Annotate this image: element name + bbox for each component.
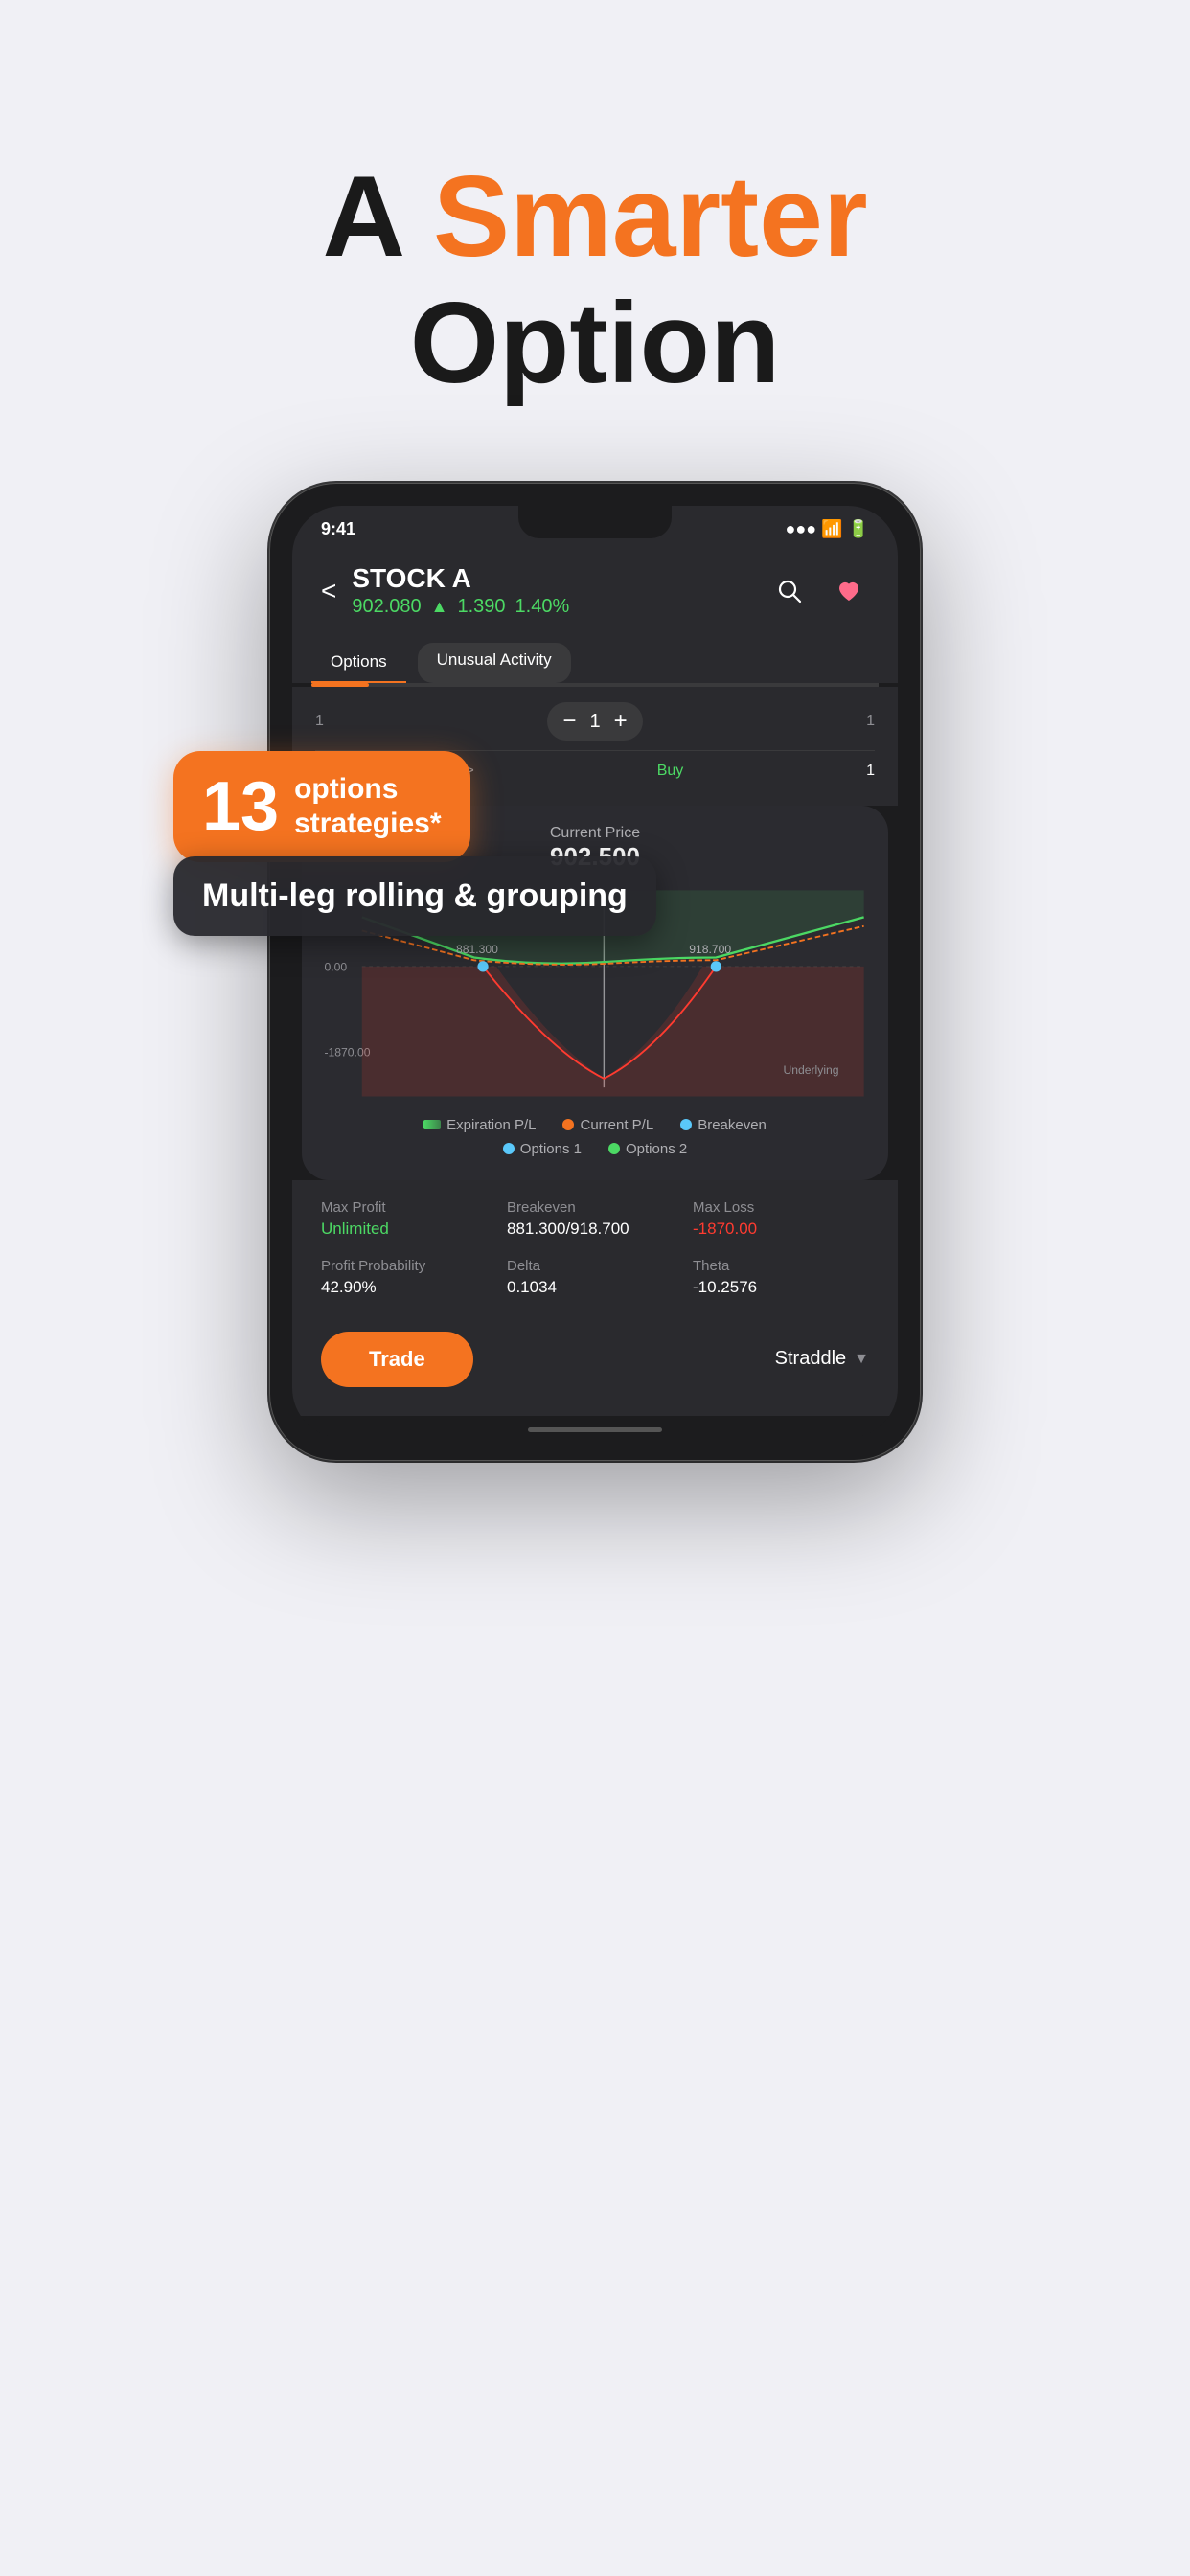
stock-header-left: < STOCK A 902.080 ▲ 1.390 1.40% bbox=[321, 563, 569, 618]
hero-section: A Smarter Option bbox=[0, 0, 1190, 483]
stat-max-loss: Max Loss -1870.00 bbox=[693, 1199, 869, 1239]
legend-breakeven-label: Breakeven bbox=[698, 1117, 767, 1133]
status-icons: ●●● 📶 🔋 bbox=[786, 519, 869, 539]
home-indicator bbox=[528, 1427, 662, 1432]
legend-breakeven: Breakeven bbox=[680, 1117, 767, 1133]
stat-delta: Delta 0.1034 bbox=[507, 1258, 683, 1297]
stock-pct: 1.40% bbox=[515, 596, 570, 618]
trade-qty-row: 1 − 1 + 1 bbox=[315, 702, 875, 741]
qty-value: 1 bbox=[589, 711, 600, 733]
qty-plus-button[interactable]: + bbox=[614, 708, 628, 735]
legend-current-pl-icon bbox=[562, 1119, 574, 1130]
legend-options1-icon bbox=[503, 1143, 515, 1154]
legend-current-pl-label: Current P/L bbox=[580, 1117, 653, 1133]
stock-header: < STOCK A 902.080 ▲ 1.390 1.40% bbox=[292, 552, 898, 635]
legend-row-1: Expiration P/L Current P/L Breakeven bbox=[423, 1117, 767, 1133]
stat-max-loss-label: Max Loss bbox=[693, 1199, 869, 1216]
strategy-dropdown-arrow-icon: ▼ bbox=[854, 1351, 869, 1368]
qty-sub-label: 1 bbox=[315, 713, 324, 730]
stock-price: 902.080 bbox=[352, 596, 421, 618]
phone-screen: 9:41 ●●● 📶 🔋 < STOCK A 902.080 ▲ 1.390 1… bbox=[292, 506, 898, 1438]
stock-name: STOCK A bbox=[352, 563, 569, 594]
qty-minus-button[interactable]: − bbox=[562, 708, 576, 735]
legend-expiration-pl-icon bbox=[423, 1120, 441, 1129]
stats-grid: Max Profit Unlimited Breakeven 881.300/9… bbox=[321, 1199, 869, 1297]
stock-change: 1.390 bbox=[457, 596, 505, 618]
tab-options[interactable]: Options bbox=[311, 643, 406, 683]
hero-title: A Smarter Option bbox=[0, 153, 1190, 406]
legend-expiration-pl-label: Expiration P/L bbox=[446, 1117, 536, 1133]
tab-unusual-activity[interactable]: Unusual Activity bbox=[418, 643, 571, 683]
hero-line2: Option bbox=[410, 279, 781, 407]
svg-text:881.300: 881.300 bbox=[456, 943, 498, 956]
bottom-bar: Trade Straddle ▼ bbox=[292, 1316, 898, 1416]
hero-orange: Smarter bbox=[433, 152, 868, 281]
stat-breakeven-value: 881.300/918.700 bbox=[507, 1220, 683, 1239]
phone-notch bbox=[518, 506, 672, 538]
legend-area: Expiration P/L Current P/L Breakeven bbox=[317, 1117, 873, 1157]
stat-delta-label: Delta bbox=[507, 1258, 683, 1274]
legend-row-2: Options 1 Options 2 bbox=[503, 1141, 687, 1157]
badge-text-line1: options bbox=[294, 772, 441, 807]
strategy-label: Straddle bbox=[775, 1348, 847, 1370]
legend-expiration-pl: Expiration P/L bbox=[423, 1117, 536, 1133]
stat-theta-value: -10.2576 bbox=[693, 1278, 869, 1297]
trade-button[interactable]: Trade bbox=[321, 1332, 473, 1387]
option-action: Buy bbox=[657, 763, 684, 780]
price-up-arrow-icon: ▲ bbox=[431, 597, 448, 617]
stat-theta: Theta -10.2576 bbox=[693, 1258, 869, 1297]
nav-tabs-area: Options Unusual Activity bbox=[292, 635, 898, 683]
stat-max-profit-label: Max Profit bbox=[321, 1199, 497, 1216]
legend-breakeven-icon bbox=[680, 1119, 692, 1130]
badge-text-line2: strategies* bbox=[294, 807, 441, 841]
legend-options2: Options 2 bbox=[608, 1141, 687, 1157]
stat-profit-prob: Profit Probability 42.90% bbox=[321, 1258, 497, 1297]
legend-options1-label: Options 1 bbox=[520, 1141, 582, 1157]
stock-price-row: 902.080 ▲ 1.390 1.40% bbox=[352, 596, 569, 618]
legend-options1: Options 1 bbox=[503, 1141, 582, 1157]
qty-label-right: 1 bbox=[866, 713, 875, 730]
favorite-button[interactable] bbox=[829, 571, 869, 611]
stat-delta-value: 0.1034 bbox=[507, 1278, 683, 1297]
stat-profit-prob-value: 42.90% bbox=[321, 1278, 497, 1297]
option-qty: 1 bbox=[866, 763, 875, 780]
stat-max-profit-value: Unlimited bbox=[321, 1220, 497, 1239]
legend-options2-label: Options 2 bbox=[626, 1141, 687, 1157]
svg-text:Underlying: Underlying bbox=[783, 1063, 838, 1077]
legend-options2-icon bbox=[608, 1143, 620, 1154]
badge-multileg-text: Multi-leg rolling & grouping bbox=[202, 878, 628, 915]
search-button[interactable] bbox=[769, 571, 810, 611]
stats-section: Max Profit Unlimited Breakeven 881.300/9… bbox=[292, 1180, 898, 1316]
stat-max-profit: Max Profit Unlimited bbox=[321, 1199, 497, 1239]
badge-multileg: Multi-leg rolling & grouping bbox=[173, 856, 656, 936]
stat-breakeven: Breakeven 881.300/918.700 bbox=[507, 1199, 683, 1239]
badge-text-block: options strategies* bbox=[294, 772, 441, 841]
phone-frame: 9:41 ●●● 📶 🔋 < STOCK A 902.080 ▲ 1.390 1… bbox=[269, 483, 921, 1461]
qty-control: − 1 + bbox=[547, 702, 642, 741]
stock-header-right bbox=[769, 571, 869, 611]
legend-current-pl: Current P/L bbox=[562, 1117, 653, 1133]
stat-theta-label: Theta bbox=[693, 1258, 869, 1274]
svg-text:0.00: 0.00 bbox=[324, 961, 347, 974]
strategy-selector[interactable]: Straddle ▼ bbox=[775, 1348, 869, 1370]
stat-profit-prob-label: Profit Probability bbox=[321, 1258, 497, 1274]
svg-text:918.700: 918.700 bbox=[689, 943, 731, 956]
badge-number: 13 bbox=[202, 772, 279, 841]
hero-prefix: A bbox=[322, 152, 433, 281]
status-time: 9:41 bbox=[321, 519, 355, 539]
phone-wrapper: 13 options strategies* Multi-leg rolling… bbox=[231, 483, 959, 1461]
stat-breakeven-label: Breakeven bbox=[507, 1199, 683, 1216]
back-button[interactable]: < bbox=[321, 576, 336, 606]
badge-13-options: 13 options strategies* bbox=[173, 751, 470, 862]
stock-info: STOCK A 902.080 ▲ 1.390 1.40% bbox=[352, 563, 569, 618]
stat-max-loss-value: -1870.00 bbox=[693, 1220, 869, 1239]
